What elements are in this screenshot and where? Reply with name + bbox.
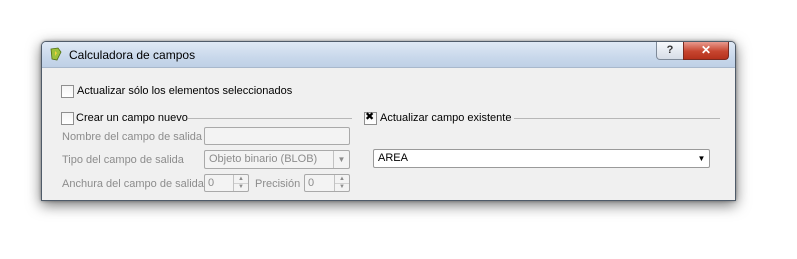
qgis-icon xyxy=(50,47,62,61)
output-width-value: 0 xyxy=(208,177,215,189)
close-button[interactable]: ✕ xyxy=(683,42,729,60)
existing-field-value: AREA xyxy=(378,152,408,164)
spin-buttons: ▲ ▼ xyxy=(334,175,349,191)
output-width-label: Anchura del campo de salida xyxy=(62,178,204,190)
field-calculator-dialog: Calculadora de campos ? ✕ Actualizar sól… xyxy=(41,41,736,201)
precision-value: 0 xyxy=(308,177,315,189)
output-name-label: Nombre del campo de salida xyxy=(62,131,203,143)
chevron-down-icon: ▼ xyxy=(697,154,706,163)
triangle-down-icon[interactable]: ▼ xyxy=(335,183,349,191)
output-width-spinbox[interactable]: 0 ▲ ▼ xyxy=(204,174,249,192)
triangle-down-icon[interactable]: ▼ xyxy=(234,183,248,191)
update-selected-label: Actualizar sólo los elementos selecciona… xyxy=(77,85,293,97)
output-type-label: Tipo del campo de salida xyxy=(62,154,184,166)
output-type-select[interactable]: Objeto binario (BLOB) ▼ xyxy=(204,150,350,169)
update-existing-field-checkbox[interactable] xyxy=(364,111,377,125)
group-divider xyxy=(188,118,352,119)
update-selected-checkbox[interactable] xyxy=(61,85,74,98)
spin-buttons: ▲ ▼ xyxy=(233,175,248,191)
output-type-value: Objeto binario (BLOB) xyxy=(209,153,318,165)
create-new-field-checkbox[interactable] xyxy=(61,112,74,125)
precision-label: Precisión xyxy=(255,178,301,190)
create-new-field-label: Crear un campo nuevo xyxy=(76,112,188,124)
title-bar: Calculadora de campos ? ✕ xyxy=(42,42,735,68)
help-button[interactable]: ? xyxy=(656,42,684,60)
group-divider xyxy=(514,118,720,119)
precision-spinbox[interactable]: 0 ▲ ▼ xyxy=(304,174,350,192)
dialog-content: Actualizar sólo los elementos selecciona… xyxy=(42,68,735,200)
output-name-field[interactable] xyxy=(204,127,350,145)
existing-field-select[interactable]: AREA ▼ xyxy=(373,149,710,168)
update-existing-field-label: Actualizar campo existente xyxy=(380,112,512,124)
window-title: Calculadora de campos xyxy=(69,48,196,62)
chevron-down-icon: ▼ xyxy=(333,151,349,168)
